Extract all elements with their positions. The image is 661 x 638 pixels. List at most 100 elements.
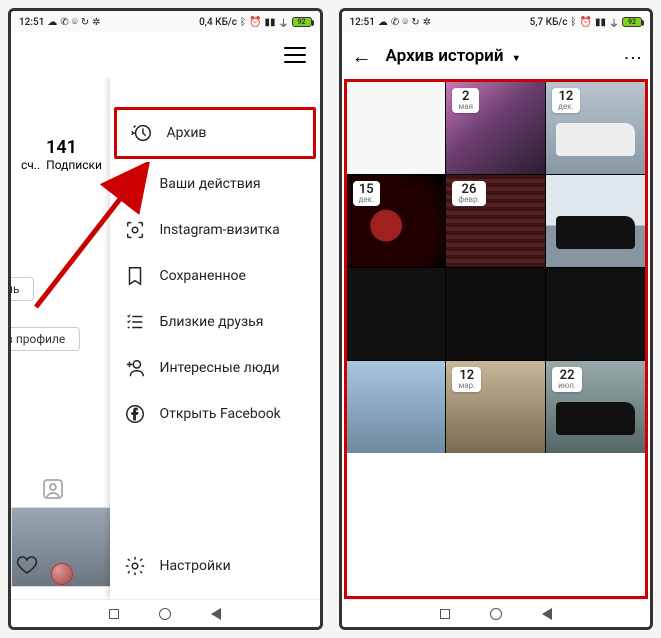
signal-icon: ▮▮	[595, 17, 606, 28]
notification-camera-icon: ⌾	[402, 17, 408, 28]
date-badge: 12 дек.	[552, 88, 580, 113]
battery-icon: 92	[292, 17, 312, 27]
date-badge: 12 мар.	[452, 367, 481, 392]
archive-title-text: Архив историй	[386, 46, 504, 66]
menu-item-discover-people[interactable]: Интересные люди	[110, 345, 320, 391]
archive-story-cell[interactable]	[546, 268, 645, 360]
archive-title[interactable]: Архив историй ▾	[386, 46, 519, 66]
date-badge: 26 февр.	[452, 181, 485, 206]
dropdown-caret-icon: ▾	[514, 53, 519, 64]
status-bar: 12:51 ☁ ✆ ⌾ ↻ ✲ 5,7 КБ/с ᛒ ⏰ ▮▮ ⏚ 92	[342, 11, 651, 33]
archive-story-cell[interactable]	[347, 361, 446, 453]
add-person-icon	[124, 357, 146, 379]
menu-label: Близкие друзья	[160, 314, 264, 330]
profile-body: 141 сч.. Подписки ль в профиле Архив Ваш…	[11, 77, 320, 599]
alarm-icon: ⏰	[249, 17, 261, 28]
menu-label: Интересные люди	[160, 360, 280, 376]
notification-sync-icon: ↻	[81, 17, 89, 28]
bluetooth-icon: ᛒ	[240, 17, 246, 28]
status-data-rate: 5,7 КБ/с	[530, 17, 568, 28]
menu-label: Настройки	[160, 558, 231, 574]
bluetooth-icon: ᛒ	[571, 17, 577, 28]
nav-home-icon[interactable]	[490, 608, 502, 620]
phone-right-archive: 12:51 ☁ ✆ ⌾ ↻ ✲ 5,7 КБ/с ᛒ ⏰ ▮▮ ⏚ 92 ← А…	[339, 8, 654, 630]
close-friends-list-icon	[124, 311, 146, 333]
menu-item-nametag[interactable]: Instagram-визитка	[110, 207, 320, 253]
notification-whatsapp-icon: ✆	[60, 17, 68, 28]
like-icon[interactable]	[15, 553, 39, 581]
alarm-icon: ⏰	[580, 17, 592, 28]
archive-story-cell[interactable]	[446, 268, 545, 360]
menu-item-settings[interactable]: Настройки	[110, 543, 320, 589]
archive-story-cell[interactable]: 26 февр.	[446, 175, 545, 267]
archive-clock-icon	[131, 122, 153, 144]
status-time: 12:51	[350, 17, 375, 28]
profile-top-bar	[11, 33, 320, 77]
menu-label: Сохраненное	[160, 268, 246, 284]
stat-label-subscriptions: Подписки	[46, 158, 102, 172]
notification-gear-icon: ✲	[423, 17, 431, 28]
date-badge: 15 дек.	[353, 181, 381, 206]
status-data-rate: 0,4 КБ/с	[199, 17, 237, 28]
car-thumbnail	[556, 123, 635, 155]
nav-back-icon[interactable]	[211, 608, 221, 620]
status-bar: 12:51 ☁ ✆ ⌾ ↻ ✲ 0,4 КБ/с ᛒ ⏰ ▮▮ ⏚ 92	[11, 11, 320, 33]
nav-recent-icon[interactable]	[440, 609, 450, 619]
nav-back-icon[interactable]	[542, 608, 552, 620]
archive-story-cell[interactable]	[347, 82, 446, 174]
android-navbar	[11, 599, 320, 627]
nav-home-icon[interactable]	[159, 608, 171, 620]
menu-label: Ваши действия	[160, 176, 261, 192]
menu-label: Instagram-визитка	[160, 222, 280, 238]
menu-item-close-friends[interactable]: Близкие друзья	[110, 299, 320, 345]
more-options-icon[interactable]: ⋮	[622, 49, 643, 64]
archive-story-cell[interactable]: 15 дек.	[347, 175, 446, 267]
car-thumbnail	[556, 402, 635, 434]
nametag-icon	[124, 219, 146, 241]
bookmark-icon	[124, 265, 146, 287]
archive-story-cell[interactable]	[546, 175, 645, 267]
notification-whatsapp-icon: ✆	[391, 17, 399, 28]
signal-icon: ▮▮	[264, 17, 275, 28]
archive-header-bar: ← Архив историй ▾ ⋮	[342, 33, 651, 79]
notification-camera-icon: ⌾	[72, 17, 78, 28]
date-month: февр.	[458, 196, 479, 204]
nav-recent-icon[interactable]	[109, 609, 119, 619]
promote-button-partial[interactable]: в профиле	[11, 327, 80, 351]
archive-story-cell[interactable]	[347, 268, 446, 360]
menu-item-saved[interactable]: Сохраненное	[110, 253, 320, 299]
edit-profile-button-partial[interactable]: ль	[11, 277, 34, 301]
menu-item-open-facebook[interactable]: Открыть Facebook	[110, 391, 320, 437]
android-navbar	[342, 599, 651, 627]
activity-clock-icon	[124, 173, 146, 195]
back-arrow-icon[interactable]: ←	[352, 44, 372, 69]
facebook-icon	[124, 403, 146, 425]
followers-stat[interactable]: 141 сч.. Подписки	[21, 137, 102, 172]
wifi-icon: ⏚	[609, 15, 619, 30]
archive-story-cell[interactable]: 22 июл.	[546, 361, 645, 453]
stat-label-partial: сч..	[21, 158, 40, 172]
notification-cloud-icon: ☁	[47, 17, 57, 28]
date-month: дек.	[359, 196, 375, 204]
story-avatar[interactable]	[51, 563, 73, 585]
archive-story-cell[interactable]: 2 мая	[446, 82, 545, 174]
menu-item-your-activity[interactable]: Ваши действия	[110, 161, 320, 207]
tagged-tab-icon[interactable]	[41, 477, 65, 505]
notification-cloud-icon: ☁	[378, 17, 388, 28]
hamburger-menu-icon[interactable]	[284, 47, 306, 63]
date-month: мая	[458, 103, 473, 111]
gear-icon	[124, 555, 146, 577]
wifi-icon: ⏚	[279, 15, 289, 30]
date-badge: 22 июл.	[552, 367, 582, 392]
archive-story-cell[interactable]: 12 мар.	[446, 361, 545, 453]
date-month: июл.	[558, 382, 576, 390]
profile-side-menu: Архив Ваши действия Instagram-визитка Со…	[110, 77, 320, 599]
archive-story-cell[interactable]: 12 дек.	[546, 82, 645, 174]
menu-item-archive[interactable]: Архив	[114, 107, 316, 159]
notification-gear-icon: ✲	[92, 17, 100, 28]
date-badge: 2 мая	[452, 88, 479, 113]
date-month: мар.	[458, 382, 475, 390]
notification-sync-icon: ↻	[411, 17, 419, 28]
archive-grid-highlighted: 2 мая 12 дек. 15 дек. 26	[344, 79, 649, 599]
menu-label: Открыть Facebook	[160, 406, 281, 422]
